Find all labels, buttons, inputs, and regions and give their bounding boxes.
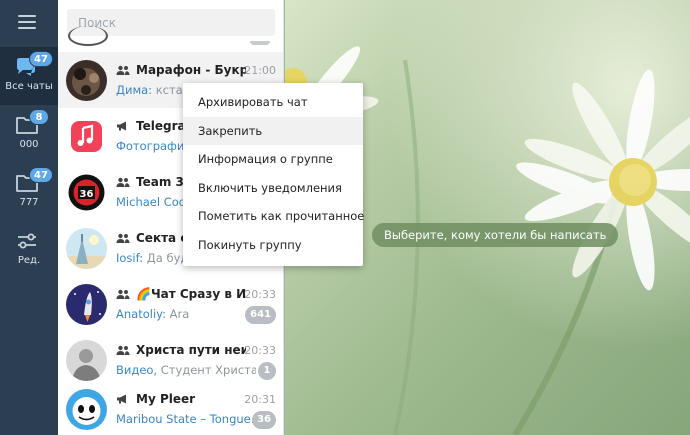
unread-badge <box>250 41 270 45</box>
avatar <box>66 389 107 430</box>
sliders-icon <box>18 233 36 249</box>
folders-sidebar: 47 Все чаты 8 000 47 777 Ред. <box>0 0 58 435</box>
chat-time: 21:00 <box>244 64 276 77</box>
group-icon <box>116 177 130 187</box>
select-chat-hint: Выберите, кому хотели бы написать <box>372 223 619 247</box>
chat-sender: Anatoliy: <box>116 307 166 321</box>
folder-edit[interactable]: Ред. <box>0 221 58 279</box>
avatar <box>68 26 108 46</box>
folder-777[interactable]: 47 777 <box>0 163 58 221</box>
chat-sender: Iosif: <box>116 251 144 265</box>
menu-item-leave-group[interactable]: Покинуть группу <box>183 231 363 260</box>
menu-item-mark-read[interactable]: Пометить как прочитанное <box>183 202 364 231</box>
chat-row-my-pleer[interactable]: My Pleer 20:31 Maribou State – Tongue...… <box>58 381 283 435</box>
avatar <box>66 228 107 269</box>
svg-text:36: 36 <box>80 189 94 200</box>
chat-time: 20:31 <box>244 393 276 406</box>
folder-badge: 47 <box>29 167 53 183</box>
chat-title: My Pleer <box>136 392 196 406</box>
chat-sender: Дима: <box>116 83 153 97</box>
folder-badge: 8 <box>29 109 49 125</box>
chat-sender: Maribou State – Tongue... <box>116 412 256 426</box>
group-icon <box>116 289 130 299</box>
folder-badge: 47 <box>29 51 53 67</box>
chat-context-menu: Архивировать чат Закрепить Информация о … <box>183 83 364 266</box>
group-icon <box>116 233 130 243</box>
menu-icon[interactable] <box>18 15 36 29</box>
unread-badge: 36 <box>252 411 276 429</box>
channel-icon <box>117 394 126 404</box>
avatar <box>66 340 107 381</box>
avatar <box>66 116 107 157</box>
folder-label: 000 <box>19 139 39 150</box>
channel-icon <box>117 121 126 131</box>
chat-title: Христа пути неи... <box>136 343 246 357</box>
group-icon <box>116 65 130 75</box>
chat-preview: Студент Христа ... <box>160 363 256 377</box>
chat-row-chat-srazu[interactable]: 🌈Чат Сразу в И... 20:33 Anatoliy: Ara 64… <box>58 276 283 332</box>
folder-000[interactable]: 8 000 <box>0 105 58 163</box>
avatar: 36 <box>66 172 107 213</box>
list-item[interactable] <box>58 26 283 48</box>
menu-item-pin[interactable]: Закрепить <box>183 116 363 145</box>
folder-label: 777 <box>19 197 39 208</box>
folder-label: Ред. <box>17 255 41 266</box>
chat-title: 🌈Чат Сразу в И... <box>136 287 246 301</box>
chat-sender: Фотография <box>116 139 192 153</box>
group-icon <box>116 345 130 355</box>
chat-sender: Видео, <box>116 363 158 377</box>
unread-badge: 641 <box>245 306 276 324</box>
folder-label: Все чаты <box>5 81 53 92</box>
avatar <box>66 284 107 325</box>
chat-title: Марафон - Букреев <box>136 63 246 77</box>
avatar <box>66 60 107 101</box>
chat-time: 20:33 <box>244 344 276 357</box>
folder-all-chats[interactable]: 47 Все чаты <box>0 47 58 105</box>
unread-badge: 1 <box>258 362 276 380</box>
chat-time: 20:33 <box>244 288 276 301</box>
chat-preview: Ara <box>165 307 190 321</box>
menu-item-enable-notifications[interactable]: Включить уведомления <box>183 174 363 203</box>
menu-item-archive[interactable]: Архивировать чат <box>183 88 363 117</box>
menu-item-group-info[interactable]: Информация о группе <box>183 145 363 174</box>
chat-sender: Michael Cook <box>116 195 193 209</box>
chat-row-khrista[interactable]: Христа пути неи... 20:33 Видео, Студент … <box>58 332 283 388</box>
